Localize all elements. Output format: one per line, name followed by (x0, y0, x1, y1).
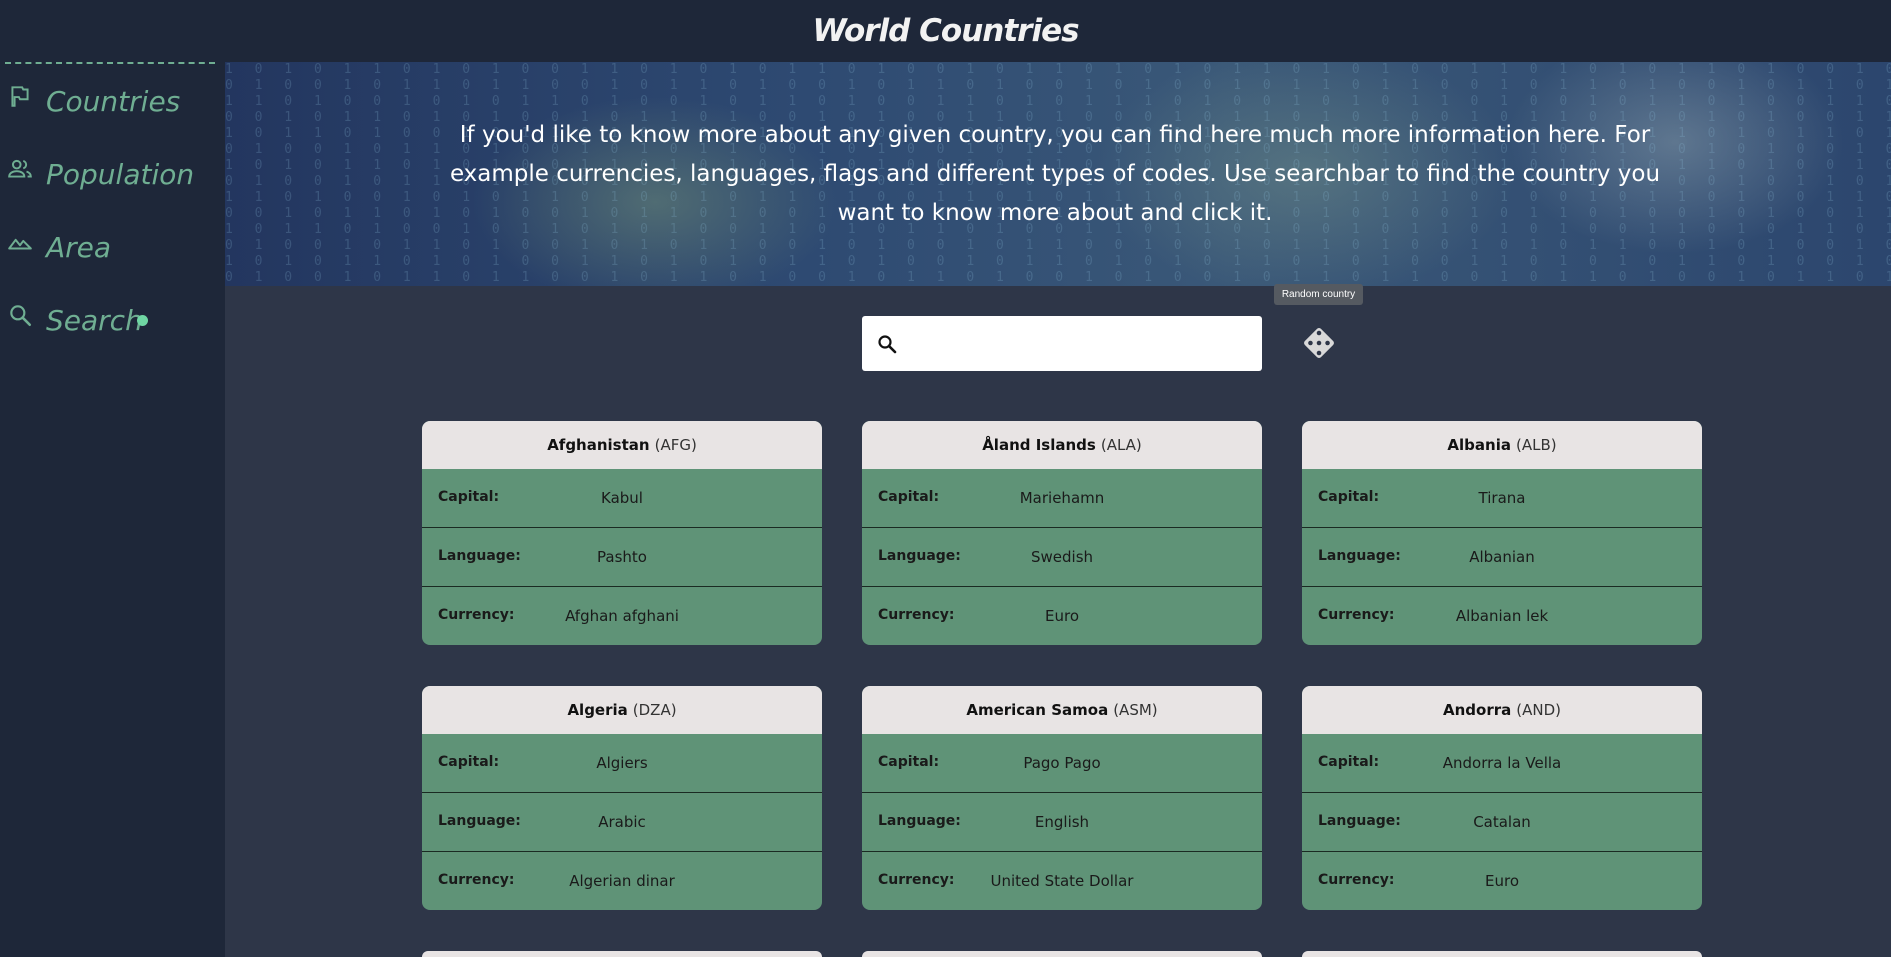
language-value: Albanian (1469, 548, 1535, 566)
intro-text: If you'd like to know more about any giv… (449, 122, 1661, 226)
terrain-icon (8, 238, 32, 250)
sidebar: Countries Population Area Search (0, 62, 225, 957)
capital-label: Capital: (1318, 489, 1380, 505)
country-code: (DZA) (632, 701, 677, 719)
capital-label: Capital: (878, 754, 940, 770)
currency-value: Albanian lek (1455, 607, 1549, 625)
card-row-currency: Currency: Albanian lek (1302, 587, 1702, 645)
currency-value: Algerian dinar (569, 872, 675, 890)
language-value: Arabic (598, 813, 646, 831)
country-card[interactable]: Andorra (AND) Capital: Andorra la Vella Lang… (1302, 686, 1702, 910)
capital-label: Capital: (438, 489, 500, 505)
currency-value: Euro (1485, 872, 1519, 890)
search-icon (878, 335, 897, 354)
card-row-language: Language: Albanian (1302, 528, 1702, 587)
random-country-tooltip: Random country (1274, 284, 1363, 305)
country-card-header: Afghanistan (AFG) (422, 421, 822, 469)
dice-icon[interactable] (1300, 324, 1338, 362)
capital-value: Mariehamn (1019, 489, 1105, 507)
capital-value: Pago Pago (1023, 754, 1101, 772)
country-card[interactable]: Algeria (DZA) Capital: Algiers Language: Arab… (422, 686, 822, 910)
capital-value: Andorra la Vella (1442, 754, 1562, 772)
card-row-currency: Currency: Afghan afghani (422, 587, 822, 645)
card-row-capital: Capital: Andorra la Vella (1302, 734, 1702, 793)
sidebar-item-countries[interactable]: Countries (0, 73, 225, 129)
card-row-language: Language: Swedish (862, 528, 1262, 587)
country-code: (ALB) (1515, 436, 1557, 454)
currency-value: Euro (1045, 607, 1079, 625)
sidebar-item-label: Countries (46, 84, 181, 118)
sidebar-item-population[interactable]: Population (0, 146, 225, 202)
card-row-capital: Capital: Pago Pago (862, 734, 1262, 793)
capital-value: Kabul (601, 489, 643, 507)
language-value: English (1034, 813, 1090, 831)
currency-value: Afghan afghani (565, 607, 679, 625)
language-value: Catalan (1473, 813, 1531, 831)
search-bar[interactable] (862, 316, 1262, 371)
search-icon (10, 305, 32, 327)
country-name: Åland Islands (982, 436, 1096, 454)
country-name: American Samoa (966, 701, 1109, 719)
capital-label: Capital: (1318, 754, 1380, 770)
card-row-currency: Currency: Algerian dinar (422, 852, 822, 910)
card-row-language: Language: Catalan (1302, 793, 1702, 852)
sidebar-item-label: Search (46, 303, 143, 337)
sidebar-item-area[interactable]: Area (0, 219, 225, 275)
active-indicator-dot (137, 315, 148, 326)
capital-label: Capital: (878, 489, 940, 505)
country-name: Andorra (1443, 701, 1512, 719)
country-card-header: Algeria (DZA) (422, 686, 822, 734)
language-value: Pashto (597, 548, 647, 566)
country-card-header: American Samoa (ASM) (862, 686, 1262, 734)
country-card-partial[interactable] (422, 951, 822, 957)
card-row-currency: Currency: United State Dollar (862, 852, 1262, 910)
capital-value: Algiers (596, 754, 648, 772)
sidebar-divider (5, 62, 215, 64)
country-card-header: Andorra (AND) (1302, 686, 1702, 734)
flag-icon (11, 86, 29, 107)
language-value: Swedish (1030, 548, 1094, 566)
country-card[interactable]: Afghanistan (AFG) Capital: Kabul Language: Pa… (422, 421, 822, 645)
card-row-capital: Capital: Kabul (422, 469, 822, 528)
country-card[interactable]: Albania (ALB) Capital: Tirana Language: Alban… (1302, 421, 1702, 645)
sidebar-item-label: Population (46, 157, 195, 191)
card-row-language: Language: English (862, 793, 1262, 852)
card-row-language: Language: Pashto (422, 528, 822, 587)
search-input[interactable] (910, 326, 1250, 361)
card-row-currency: Currency: Euro (1302, 852, 1702, 910)
country-card-header: Albania (ALB) (1302, 421, 1702, 469)
card-row-capital: Capital: Algiers (422, 734, 822, 793)
country-code: (ASM) (1113, 701, 1158, 719)
country-name: Albania (1447, 436, 1511, 454)
hero-banner: 1 0 1 0 1 1 0 1 0 1 0 0 1 1 0 1 0 1 0 1 … (225, 62, 1891, 286)
country-name: Afghanistan (547, 436, 650, 454)
app-title: World Countries (812, 13, 1079, 49)
top-bar: World Countries (0, 0, 1891, 62)
card-row-capital: Capital: Mariehamn (862, 469, 1262, 528)
capital-value: Tirana (1478, 489, 1526, 507)
card-row-language: Language: Arabic (422, 793, 822, 852)
country-card[interactable]: Åland Islands (ALA) Capital: Mariehamn Langu… (862, 421, 1262, 645)
country-card-header: Åland Islands (ALA) (862, 421, 1262, 469)
country-name: Algeria (567, 701, 628, 719)
country-code: (AND) (1516, 701, 1561, 719)
card-row-currency: Currency: Euro (862, 587, 1262, 645)
country-code: (AFG) (654, 436, 697, 454)
sidebar-item-search[interactable]: Search (0, 292, 225, 348)
card-row-capital: Capital: Tirana (1302, 469, 1702, 528)
sidebar-item-label: Area (46, 230, 112, 264)
capital-label: Capital: (438, 754, 500, 770)
country-card-partial[interactable] (1302, 951, 1702, 957)
people-icon (8, 159, 32, 178)
country-card[interactable]: American Samoa (ASM) Capital: Pago Pago Lang… (862, 686, 1262, 910)
country-code: (ALA) (1100, 436, 1142, 454)
currency-value: United State Dollar (990, 872, 1134, 890)
country-card-partial[interactable] (862, 951, 1262, 957)
